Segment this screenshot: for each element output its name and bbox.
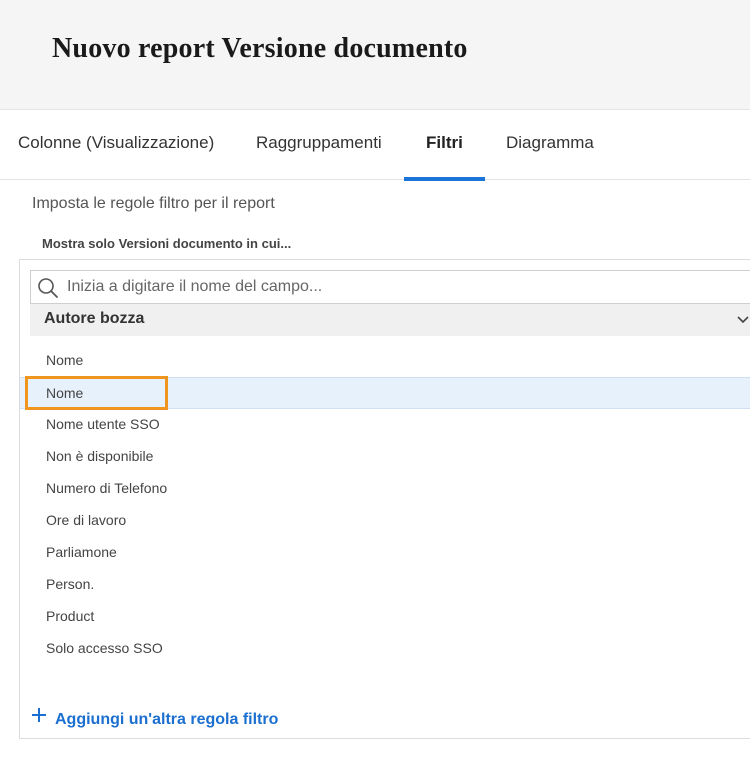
list-item[interactable]: Product bbox=[20, 601, 750, 633]
list-item[interactable]: Solo accesso SSO bbox=[20, 633, 750, 665]
list-item[interactable]: Person. bbox=[20, 569, 750, 601]
list-item[interactable]: Nome utente SSO bbox=[20, 409, 750, 441]
list-item-label: Nome bbox=[46, 385, 84, 401]
chevron-down-icon[interactable] bbox=[736, 312, 750, 326]
list-item[interactable]: Parliamone bbox=[20, 537, 750, 569]
list-item[interactable]: Numero di Telefono bbox=[20, 473, 750, 505]
tab-filtri[interactable]: Filtri bbox=[404, 111, 485, 181]
tab-raggruppamenti[interactable]: Raggruppamenti bbox=[256, 111, 382, 180]
list-item[interactable]: Non è disponibile bbox=[20, 441, 750, 473]
group-autore-bozza[interactable]: Autore bozza bbox=[30, 304, 750, 336]
tab-diagramma[interactable]: Diagramma bbox=[506, 111, 594, 180]
report-tabs: Colonne (Visualizzazione) Raggruppamenti… bbox=[0, 111, 750, 181]
page-title: Nuovo report Versione documento bbox=[52, 33, 468, 64]
add-filter-rule-label: Aggiungi un'altra regola filtro bbox=[55, 711, 279, 728]
group-label: Autore bozza bbox=[44, 310, 145, 327]
filter-subhead: Mostra solo Versioni documento in cui... bbox=[42, 236, 292, 251]
field-option-list: Nome Nome Nome utente SSO Non è disponib… bbox=[20, 345, 750, 665]
plus-icon bbox=[31, 707, 47, 723]
list-item[interactable]: Ore di lavoro bbox=[20, 505, 750, 537]
page-header: Nuovo report Versione documento bbox=[0, 0, 750, 110]
filter-intro-text: Imposta le regole filtro per il report bbox=[32, 195, 275, 212]
field-search-input[interactable] bbox=[67, 271, 750, 303]
list-item[interactable]: Nome bbox=[20, 345, 750, 377]
list-item-selected[interactable]: Nome bbox=[20, 376, 750, 410]
field-search-box[interactable] bbox=[30, 270, 750, 304]
search-icon bbox=[37, 277, 59, 299]
tab-colonne[interactable]: Colonne (Visualizzazione) bbox=[18, 111, 214, 180]
